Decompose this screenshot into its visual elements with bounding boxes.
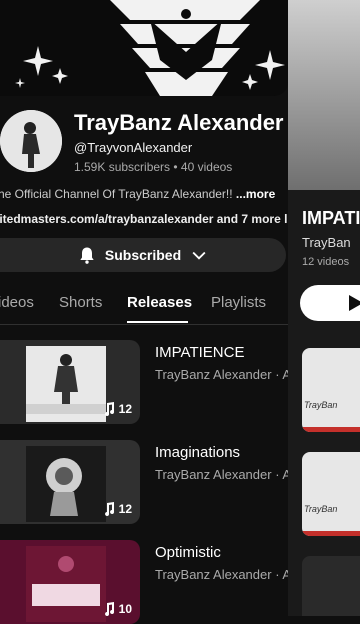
track-count-value: 10 — [118, 602, 132, 616]
panel-header-art — [288, 0, 360, 190]
progress-bar — [302, 531, 360, 536]
channel-avatar[interactable] — [0, 110, 62, 172]
release-item[interactable]: 12 Imaginations TrayBanz Alexander · Al — [0, 440, 288, 524]
release-item[interactable]: 10 Optimistic TrayBanz Alexander · Al — [0, 540, 288, 624]
album-art — [26, 546, 106, 622]
track-count: 12 — [103, 502, 132, 516]
release-thumbnail[interactable]: 10 — [0, 540, 140, 624]
panel-track-thumbnail[interactable] — [302, 556, 360, 616]
panel-thumb-label: TrayBan — [304, 400, 338, 410]
release-thumbnail[interactable]: 12 — [0, 440, 140, 524]
panel-album-title: IMPATI — [302, 208, 360, 228]
play-icon — [349, 295, 360, 311]
more-link[interactable]: ...more — [236, 187, 275, 201]
channel-name: TrayBanz Alexander — [74, 110, 284, 135]
subscribed-button[interactable]: Subscribed — [0, 238, 286, 272]
track-count: 12 — [103, 402, 132, 416]
tab-releases[interactable]: Releases — [127, 294, 192, 311]
release-item[interactable]: 12 IMPATIENCE TrayBanz Alexander · Al — [0, 340, 288, 424]
channel-banner — [0, 0, 288, 96]
description-text: he Official Channel Of TrayBanz Alexande… — [0, 187, 236, 201]
channel-description[interactable]: he Official Channel Of TrayBanz Alexande… — [0, 187, 288, 201]
chevron-down-icon — [192, 251, 206, 260]
channel-tabs: ideos Shorts Releases Playlists — [0, 290, 288, 325]
channel-stats: 1.59K subscribers • 40 videos — [74, 160, 233, 174]
tab-videos[interactable]: ideos — [0, 294, 34, 311]
panel-track-thumbnail[interactable]: TrayBan — [302, 348, 360, 432]
track-count: 10 — [103, 602, 132, 616]
release-subtitle: TrayBanz Alexander · Al — [155, 367, 288, 382]
panel-video-count: 12 videos — [302, 256, 350, 268]
track-count-value: 12 — [118, 502, 132, 516]
active-tab-indicator — [127, 321, 188, 323]
bell-icon — [80, 247, 94, 264]
music-note-icon — [104, 502, 114, 516]
album-side-panel[interactable]: IMPATI TrayBan 12 videos TrayBan TrayBan — [288, 0, 360, 616]
panel-track-thumbnail[interactable]: TrayBan — [302, 452, 360, 536]
panel-thumb-label: TrayBan — [304, 504, 338, 514]
channel-handle: @TrayvonAlexander — [74, 140, 193, 155]
album-art — [26, 446, 106, 522]
release-title[interactable]: IMPATIENCE — [155, 344, 244, 361]
release-title[interactable]: Optimistic — [155, 544, 221, 561]
subscribed-label: Subscribed — [104, 247, 182, 263]
release-thumbnail[interactable]: 12 — [0, 340, 140, 424]
release-subtitle: TrayBanz Alexander · Al — [155, 467, 288, 482]
release-title[interactable]: Imaginations — [155, 444, 240, 461]
track-count-value: 12 — [118, 402, 132, 416]
play-all-button[interactable] — [300, 285, 360, 321]
panel-artist[interactable]: TrayBan — [302, 235, 351, 250]
music-note-icon — [104, 402, 114, 416]
music-note-icon — [104, 602, 114, 616]
channel-links[interactable]: nitedmasters.com/a/traybanzalexander and… — [0, 212, 288, 226]
album-art — [26, 346, 106, 422]
release-subtitle: TrayBanz Alexander · Al — [155, 567, 288, 582]
progress-bar — [302, 427, 360, 432]
tab-shorts[interactable]: Shorts — [59, 294, 102, 311]
tab-playlists[interactable]: Playlists — [211, 294, 266, 311]
